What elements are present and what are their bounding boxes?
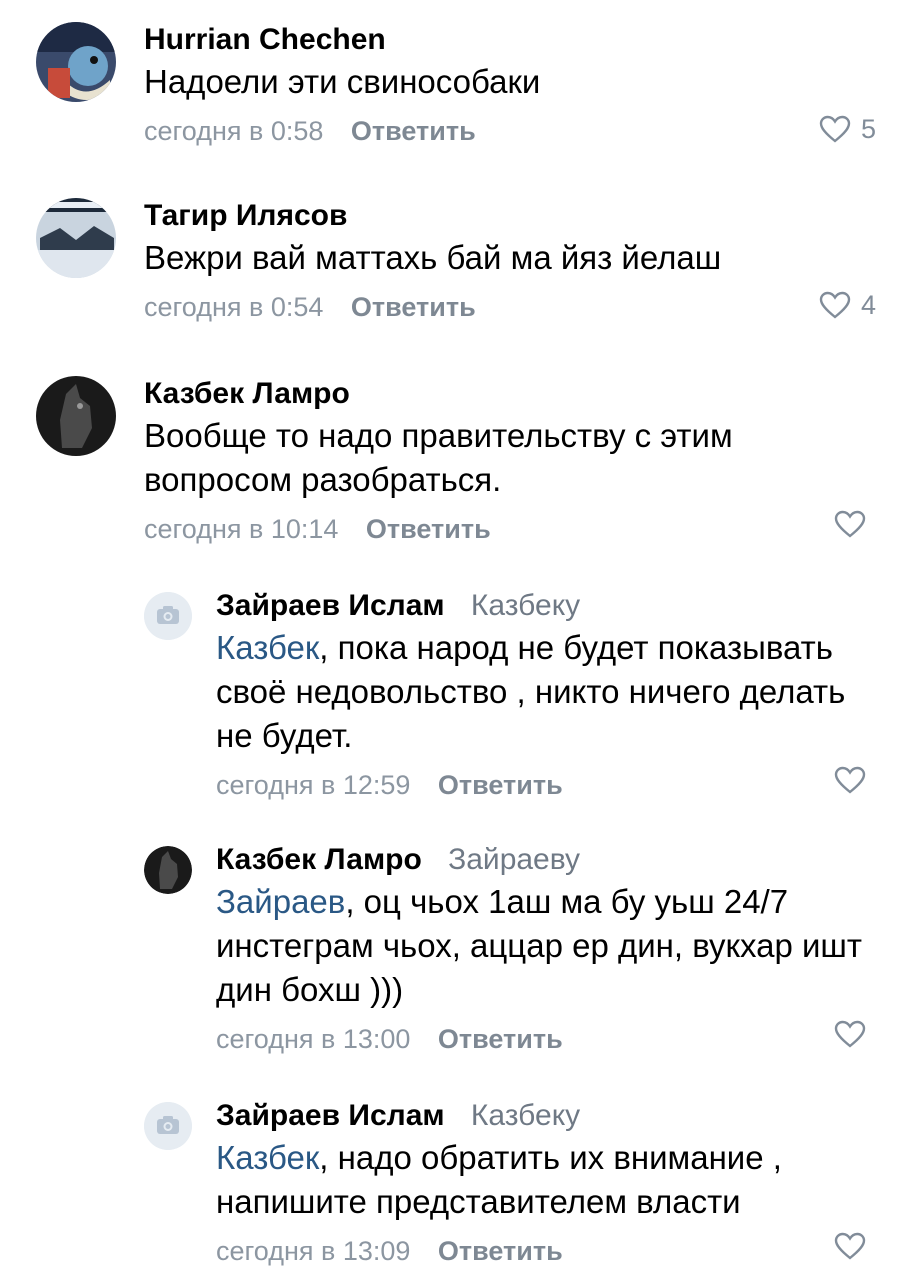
timestamp[interactable]: сегодня в 12:59 [216,770,410,800]
comment-body: Казбек Ламро Зайраеву Зайраев, оц чьох 1… [216,842,876,1056]
comment-meta: сегодня в 13:09 Ответить [216,1232,876,1268]
like-count: 4 [860,290,876,320]
comment-meta: сегодня в 10:14 Ответить [144,510,876,546]
reply-button[interactable]: Ответить [351,292,476,322]
reply-button[interactable]: Ответить [438,1236,563,1266]
user-avatar-icon [144,846,192,894]
comment-text: Казбек, надо обратить их внимание , напи… [216,1139,782,1220]
heart-icon [834,1232,866,1260]
avatar[interactable] [36,198,116,278]
timestamp[interactable]: сегодня в 10:14 [144,514,338,544]
comment-body: Зайраев Ислам Казбеку Казбек, надо обрат… [216,1098,876,1268]
timestamp[interactable]: сегодня в 13:00 [216,1024,410,1054]
author-line: Тагир Илясов [144,198,876,234]
comment-meta: сегодня в 13:00 Ответить [216,1020,876,1056]
heart-icon [819,291,851,319]
comment-body: Hurrian Chechen Надоели эти свинособаки … [144,22,876,148]
author-line: Зайраев Ислам Казбеку [216,1098,876,1134]
heart-icon [819,115,851,143]
timestamp[interactable]: сегодня в 13:09 [216,1236,410,1266]
timestamp[interactable]: сегодня в 0:54 [144,292,323,322]
comment-text: Казбек, пока народ не будет показывать с… [216,629,846,754]
user-avatar-icon [36,198,116,278]
author-line: Hurrian Chechen [144,22,876,58]
author-name[interactable]: Казбек Ламро [216,843,422,876]
reply-button[interactable]: Ответить [438,1024,563,1054]
camera-placeholder-icon [144,1102,192,1150]
avatar[interactable] [36,22,116,102]
comments-feed: Hurrian Chechen Надоели эти свинособаки … [0,0,906,1280]
mention-link[interactable]: Зайраев [216,883,345,920]
avatar[interactable] [144,846,192,894]
timestamp[interactable]: сегодня в 0:58 [144,116,323,146]
author-name[interactable]: Зайраев Ислам [216,589,445,622]
mention-link[interactable]: Казбек [216,1139,319,1176]
mention-link[interactable]: Казбек [216,629,319,666]
like-count: 5 [860,114,876,144]
camera-placeholder-icon [144,592,192,640]
author-name[interactable]: Тагир Илясов [144,199,347,232]
avatar[interactable] [144,1102,192,1150]
avatar[interactable] [36,376,116,456]
like-button[interactable] [834,1020,876,1048]
heart-icon [834,766,866,794]
comment-body: Зайраев Ислам Казбеку Казбек, пока народ… [216,588,876,802]
author-name[interactable]: Hurrian Chechen [144,23,386,56]
comment-body: Тагир Илясов Вежри вай маттахь бай ма йя… [144,198,876,324]
comment-text: Зайраев, оц чьох 1аш ма бу уьш 24/7 инст… [216,883,862,1008]
reply-button[interactable]: Ответить [438,770,563,800]
author-line: Казбек Ламро Зайраеву [216,842,876,878]
comment-meta: сегодня в 0:58 Ответить 5 [144,114,876,148]
reply-button[interactable]: Ответить [366,514,491,544]
like-button[interactable]: 4 [819,288,876,322]
author-name[interactable]: Зайраев Ислам [216,1099,445,1132]
comment-meta: сегодня в 0:54 Ответить 4 [144,290,876,324]
heart-icon [834,1020,866,1048]
heart-icon [834,510,866,538]
avatar[interactable] [144,592,192,640]
comment-text: Вообще то надо правительству с этим вопр… [144,417,733,498]
author-name[interactable]: Казбек Ламро [144,377,350,410]
user-avatar-icon [36,376,116,456]
author-line: Казбек Ламро [144,376,876,412]
like-button[interactable] [834,766,876,794]
like-button[interactable] [834,510,876,538]
reply-button[interactable]: Ответить [351,116,476,146]
reply-to-label[interactable]: Зайраеву [448,843,580,876]
comment-body: Казбек Ламро Вообще то надо правительств… [144,376,876,546]
like-button[interactable]: 5 [819,112,876,146]
comment-text: Надоели эти свинособаки [144,63,541,100]
like-button[interactable] [834,1232,876,1260]
user-avatar-icon [36,22,116,102]
reply-to-label[interactable]: Казбеку [471,589,580,622]
comment-text: Вежри вай маттахь бай ма йяз йелаш [144,239,722,276]
author-line: Зайраев Ислам Казбеку [216,588,876,624]
reply-to-label[interactable]: Казбеку [471,1099,580,1132]
comment-meta: сегодня в 12:59 Ответить [216,766,876,802]
